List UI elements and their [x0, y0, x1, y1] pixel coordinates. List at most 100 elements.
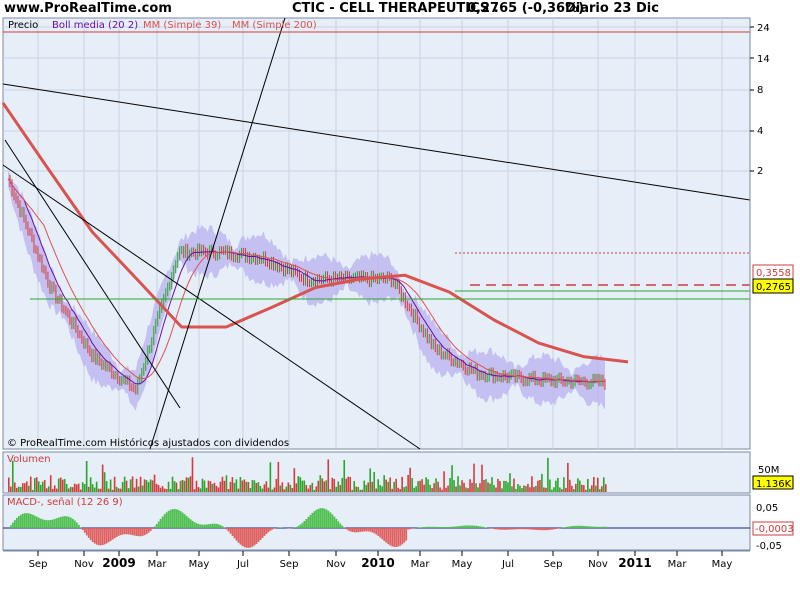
volume-bar: [177, 489, 180, 492]
volume-bar: [141, 485, 144, 492]
macd-bar: [465, 525, 468, 528]
volume-bar: [145, 480, 148, 492]
volume-bar: [379, 485, 381, 492]
volume-bar: [483, 479, 485, 492]
volume-bar: [467, 488, 469, 492]
macd-bar: [85, 528, 88, 536]
volume-bar: [395, 478, 397, 492]
volume-bar: [457, 476, 459, 492]
macd-bar: [203, 524, 206, 528]
macd-bar: [29, 513, 32, 528]
macd-bar: [47, 520, 50, 528]
volume-bar: [147, 482, 150, 492]
macd-bar: [335, 518, 338, 528]
volume-bar: [273, 487, 276, 492]
volume-bar: [563, 477, 565, 492]
macd-bar: [517, 528, 519, 530]
macd-bar: [519, 528, 521, 530]
volume-bar: [409, 467, 411, 492]
macd-bar: [243, 528, 246, 548]
volume-bar: [543, 487, 545, 492]
volume-bar: [349, 477, 352, 492]
volume-bar: [519, 485, 521, 492]
volume-bar: [415, 486, 417, 492]
macd-bar: [573, 525, 575, 528]
macd-bar: [229, 528, 232, 534]
volume-bar: [17, 486, 20, 492]
time-label: 2010: [361, 556, 394, 570]
macd-bar: [141, 528, 144, 536]
chart-svg[interactable]: Precio Boll media (20 2) MM (Simple 39) …: [0, 0, 800, 600]
volume-bar: [493, 485, 495, 492]
macd-bar: [115, 528, 118, 537]
volume-bar: [35, 477, 38, 492]
macd-bar: [431, 526, 434, 528]
macd-bar: [269, 528, 272, 531]
macd-bar: [199, 524, 202, 528]
macd-bar: [69, 517, 72, 528]
volume-bar: [579, 480, 581, 492]
time-label: Mar: [411, 559, 431, 570]
volume-bar: [129, 479, 132, 492]
macd-bar: [107, 528, 110, 543]
time-label: 2011: [618, 556, 651, 570]
macd-bar: [321, 508, 324, 528]
macd-bar: [31, 514, 34, 528]
volume-bar: [491, 477, 493, 492]
volume-bar: [47, 486, 50, 492]
volume-bar: [499, 481, 501, 492]
volume-bar: [439, 487, 441, 492]
volume-bar: [203, 480, 206, 492]
volume-bar: [39, 484, 42, 492]
macd-bar: [45, 520, 48, 528]
volume-bar: [553, 487, 555, 492]
volume-bar: [403, 487, 405, 492]
volume-bar: [99, 488, 102, 492]
macd-bar: [149, 528, 152, 531]
volume-bar: [343, 459, 346, 492]
volume-bar: [161, 486, 164, 492]
macd-bar: [181, 512, 184, 528]
macd-bar: [39, 518, 42, 528]
volume-bar: [195, 480, 198, 492]
macd-bar: [231, 528, 234, 536]
macd-bar: [103, 528, 106, 545]
macd-bar: [387, 528, 390, 545]
volume-bar: [209, 481, 212, 492]
volume-bar: [497, 478, 499, 492]
macd-bar: [501, 528, 503, 530]
macd-bar: [385, 528, 388, 543]
volume-bar: [33, 478, 36, 492]
volume-bar: [41, 481, 44, 492]
volume-bar: [351, 489, 354, 492]
volume-bar: [535, 485, 537, 492]
volume-bar: [297, 476, 300, 492]
macd-bar: [191, 520, 194, 528]
macd-bar: [493, 528, 495, 529]
volume-bar: [163, 488, 166, 492]
volume-bar: [171, 476, 174, 492]
macd-bar: [515, 528, 517, 530]
volume-bar: [267, 487, 270, 492]
volume-bar: [91, 484, 94, 492]
volume-bar: [215, 485, 218, 492]
macd-bar: [455, 526, 458, 528]
time-label: Nov: [326, 559, 346, 570]
macd-bar: [89, 528, 92, 541]
macd-bar: [581, 525, 583, 528]
volume-bar: [495, 487, 497, 492]
volume-bar: [299, 477, 302, 492]
macd-bar: [587, 526, 589, 528]
macd-bar: [441, 527, 444, 528]
volume-bar: [345, 478, 348, 492]
volume-bar: [435, 478, 437, 492]
volume-bar: [193, 489, 196, 492]
volume-bar: [369, 468, 371, 492]
volume-bar: [341, 477, 344, 492]
volume-bar: [569, 479, 571, 492]
volume-bar: [531, 476, 533, 492]
legend-mm39: MM (Simple 39): [143, 20, 221, 31]
macd-bar: [539, 528, 541, 531]
macd-bar: [237, 528, 240, 543]
macd-bar: [505, 528, 507, 530]
